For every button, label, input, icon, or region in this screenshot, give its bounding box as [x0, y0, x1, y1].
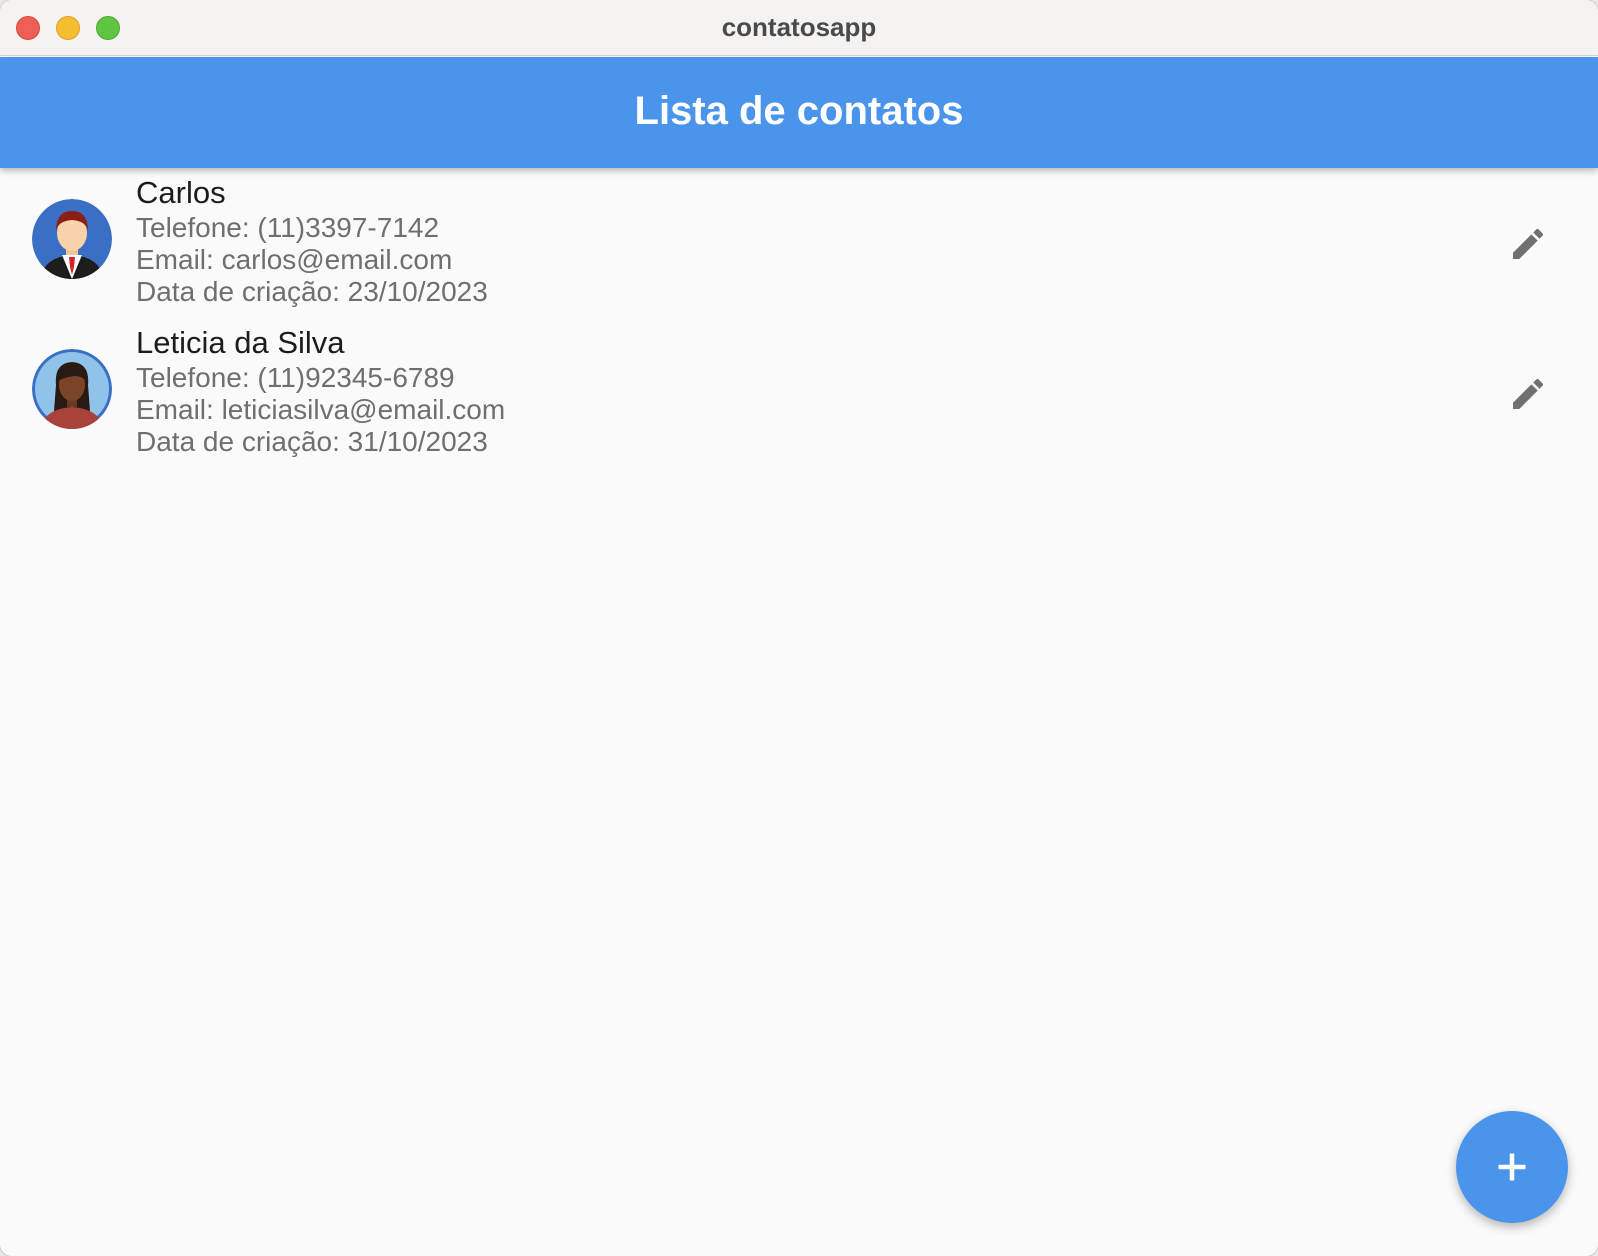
- woman-avatar-icon: [32, 349, 112, 429]
- pencil-icon: [1513, 228, 1544, 259]
- contact-phone: Telefone: (11)3397-7142: [136, 212, 440, 243]
- plus-icon: [1498, 1153, 1526, 1181]
- contact-created-date: Data de criação: 23/10/2023: [136, 276, 488, 307]
- add-contact-button[interactable]: [1456, 1111, 1568, 1223]
- title-bar: contatosapp: [0, 0, 1598, 56]
- man-avatar-icon: [32, 199, 112, 279]
- contact-list: Carlos Telefone: (11)3397-7142 Email: ca…: [0, 168, 1598, 468]
- contact-name: Leticia da Silva: [136, 325, 345, 360]
- window-title: contatosapp: [721, 12, 877, 42]
- contact-email: Email: carlos@email.com: [136, 244, 453, 275]
- edit-contact-button[interactable]: [1500, 366, 1556, 422]
- pencil-icon: [1513, 378, 1544, 409]
- list-item[interactable]: Leticia da Silva Telefone: (11)92345-678…: [0, 318, 1598, 468]
- contact-info: Leticia da Silva Telefone: (11)92345-678…: [136, 324, 505, 458]
- contact-info: Carlos Telefone: (11)3397-7142 Email: ca…: [136, 174, 488, 308]
- edit-contact-button[interactable]: [1500, 216, 1556, 272]
- app-window: contatosapp Lista de contatos Carlos Tel: [0, 0, 1598, 1256]
- contact-phone: Telefone: (11)92345-6789: [136, 362, 455, 393]
- contact-created-date: Data de criação: 31/10/2023: [136, 426, 488, 457]
- app-bar: Lista de contatos: [0, 57, 1598, 168]
- list-item[interactable]: Carlos Telefone: (11)3397-7142 Email: ca…: [0, 168, 1598, 318]
- contact-name: Carlos: [136, 175, 226, 210]
- page-title: Lista de contatos: [634, 89, 964, 133]
- contact-email: Email: leticiasilva@email.com: [136, 394, 506, 425]
